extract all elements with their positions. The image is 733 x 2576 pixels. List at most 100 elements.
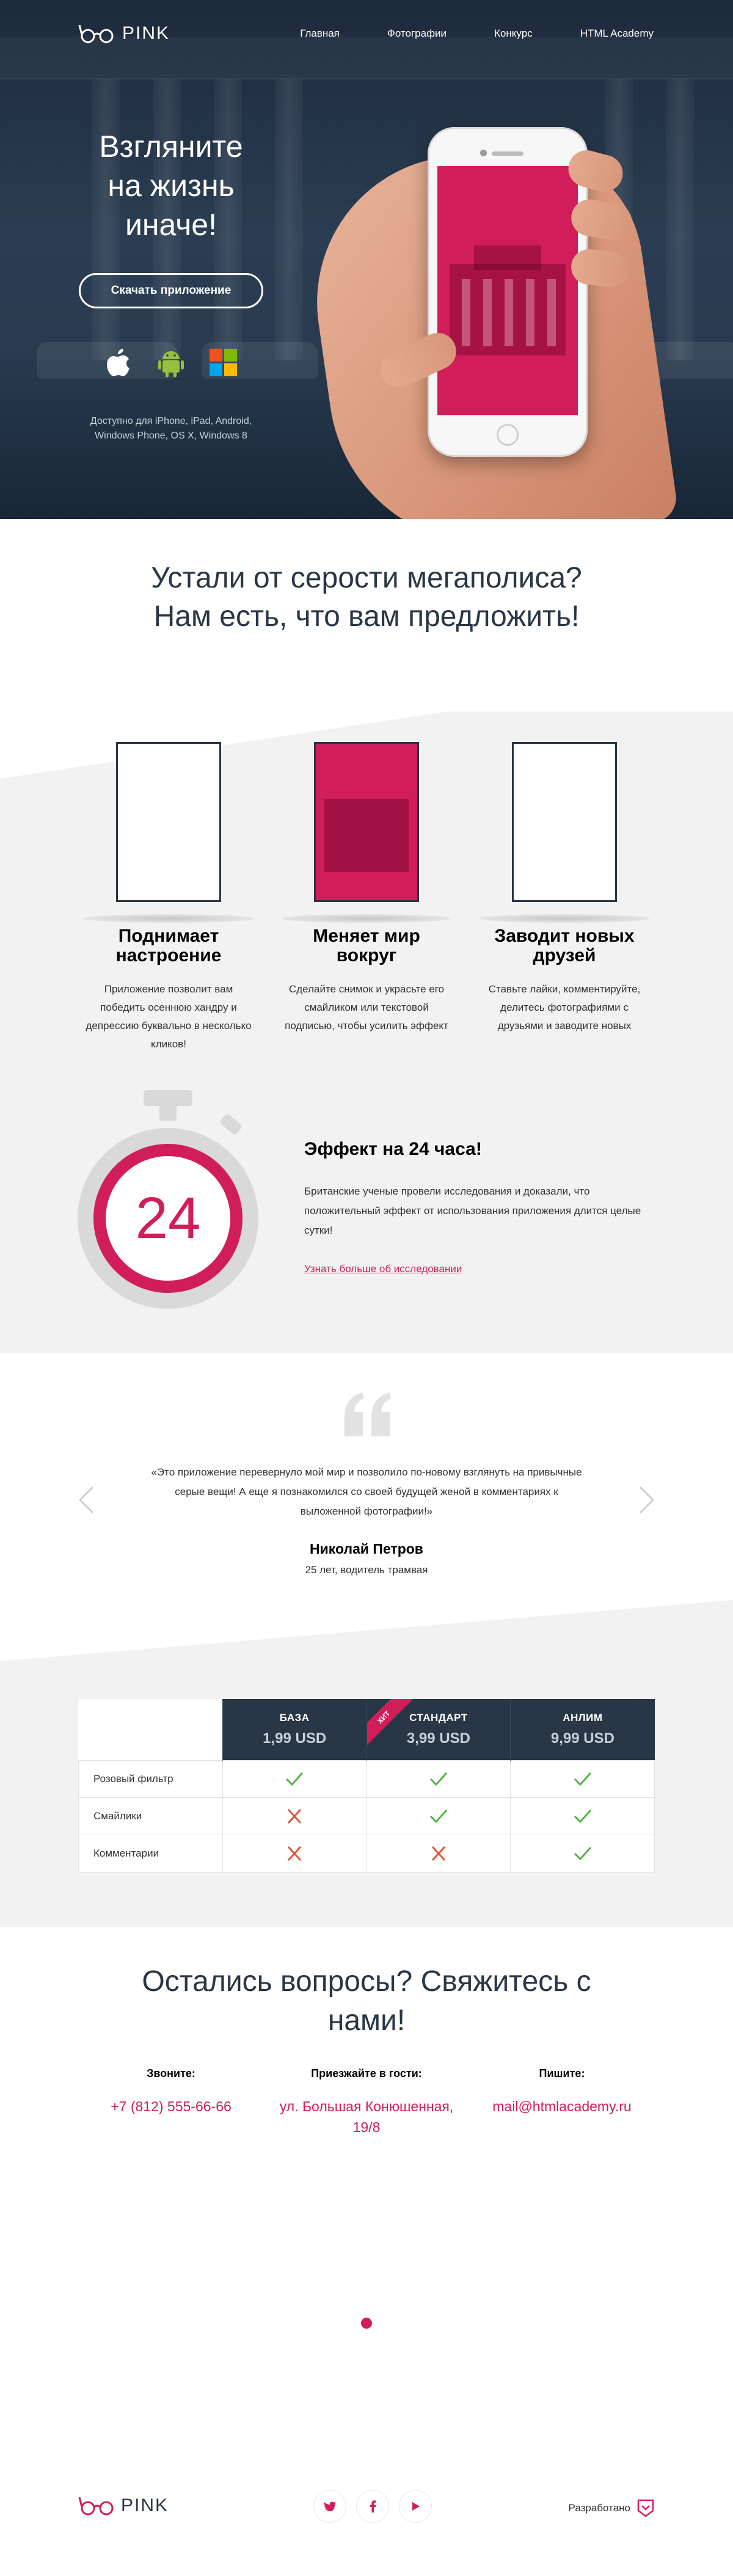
- phone-home-button: [497, 424, 519, 446]
- contact-phone: Звоните: +7 (812) 555-66-66: [79, 2067, 263, 2117]
- contact-heading: Пишите:: [539, 2067, 585, 2079]
- stopwatch-icon: 24: [78, 1090, 258, 1309]
- nav-item-contest[interactable]: Конкурс: [494, 27, 533, 40]
- made-by: Разработано: [569, 2498, 655, 2518]
- apple-icon[interactable]: [104, 347, 133, 379]
- feature-phone-blank: [512, 742, 617, 902]
- pricing-row: Смайлики: [78, 1797, 655, 1835]
- feature-title: Меняет мир вокруг: [313, 926, 420, 966]
- intro-title: Устали от серости мегаполиса? Нам есть, …: [151, 562, 582, 633]
- windows-icon[interactable]: [209, 347, 238, 379]
- effect-text: Британские ученые провели исследования и…: [304, 1185, 641, 1236]
- features-section: Поднимает настроение Приложение позволит…: [0, 669, 733, 1353]
- platform-icons: [104, 347, 238, 379]
- check-icon: [574, 1809, 591, 1823]
- pricing-feature-label: Розовый фильтр: [78, 1759, 223, 1798]
- glasses-logo-icon: [78, 2497, 114, 2516]
- made-by-label: Разработано: [568, 2502, 630, 2514]
- cross-icon: [288, 1846, 302, 1861]
- feature-included-cell: [366, 1759, 511, 1798]
- feature-phone-blank: [116, 742, 221, 902]
- pricing-table: БАЗА 1,99 USD ХИТ СТАНДАРТ 3,99 USD АНЛИ…: [78, 1699, 655, 1872]
- feature-included-cell: [222, 1759, 367, 1798]
- feature-text: Сделайте снимок и украсьте его смайликом…: [285, 983, 448, 1031]
- plan-header-standard: ХИТ СТАНДАРТ 3,99 USD: [366, 1699, 511, 1760]
- pricing-row: Розовый фильтр: [78, 1759, 655, 1798]
- feature-included-cell: [510, 1759, 655, 1798]
- quote-icon: [345, 1392, 391, 1436]
- contact-address-value: ул. Большая Конюшенная, 19/8: [279, 2098, 454, 2135]
- feature-included-cell: [510, 1797, 655, 1835]
- feature-excluded-cell: [366, 1834, 511, 1872]
- feature-phones: [0, 742, 733, 923]
- site-footer: PINK Разработано: [0, 2428, 733, 2576]
- plan-price: 9,99 USD: [550, 1730, 614, 1747]
- effect-title: Эффект на 24 часа!: [304, 1139, 482, 1159]
- hero-section: PINK Главная Фотографии Конкурс HTML Aca…: [0, 0, 733, 519]
- contacts-title: Остались вопросы? Свяжитесь с нами!: [142, 1965, 591, 2037]
- plan-header-base: БАЗА 1,99 USD: [222, 1699, 366, 1760]
- feature-item: Поднимает настроение Приложение позволит…: [83, 926, 254, 1053]
- timer-value: 24: [136, 1185, 201, 1251]
- feature-excluded-cell: [222, 1834, 367, 1872]
- hero-title: Взгляните на жизнь иначе!: [99, 129, 243, 242]
- phone-screen-photo: [437, 166, 578, 415]
- contact-heading: Звоните:: [147, 2067, 195, 2079]
- feature-item: Меняет мир вокруг Сделайте снимок и укра…: [281, 926, 452, 1035]
- pricing-feature-label: Смайлики: [78, 1797, 223, 1835]
- review-quote: «Это приложение перевернуло мой мир и по…: [151, 1466, 582, 1517]
- brand-name: PINK: [122, 23, 170, 43]
- contact-email-value[interactable]: mail@htmlacademy.ru: [470, 2096, 654, 2117]
- feature-phone-photo: [314, 742, 419, 902]
- social-links: [314, 2490, 431, 2522]
- footer-logo[interactable]: PINK: [78, 2495, 169, 2517]
- pricing-section: БАЗА 1,99 USD ХИТ СТАНДАРТ 3,99 USD АНЛИ…: [0, 1600, 733, 1930]
- plan-name: БАЗА: [279, 1711, 310, 1723]
- youtube-icon[interactable]: [399, 2490, 431, 2522]
- check-icon: [429, 1809, 447, 1823]
- header-logo[interactable]: PINK: [78, 23, 170, 45]
- plan-price: 3,99 USD: [406, 1730, 470, 1747]
- research-link[interactable]: Узнать больше об исследовании: [304, 1263, 462, 1275]
- effect-block: 24 Эффект на 24 часа! Британские ученые …: [0, 1090, 733, 1334]
- nav-item-html-academy[interactable]: HTML Academy: [580, 27, 654, 40]
- contact-email: Пишите: mail@htmlacademy.ru: [470, 2067, 654, 2117]
- review-author-role: 25 лет, водитель трамвая: [305, 1564, 428, 1576]
- contact-phone-value[interactable]: +7 (812) 555-66-66: [79, 2096, 263, 2117]
- download-app-button[interactable]: Скачать приложение: [79, 273, 263, 308]
- review-prev-arrow-icon[interactable]: [78, 1486, 94, 1514]
- brand-name: PINK: [121, 2495, 169, 2516]
- review-next-arrow-icon[interactable]: [639, 1486, 655, 1514]
- map-marker-icon[interactable]: [361, 2318, 372, 2329]
- feature-included-cell: [510, 1834, 655, 1872]
- check-icon: [429, 1772, 447, 1786]
- feature-text: Приложение позволит вам победить осеннюю…: [86, 983, 252, 1050]
- platform-availability-note: Доступно для iPhone, iPad, Android, Wind…: [90, 416, 252, 441]
- check-icon: [286, 1772, 304, 1786]
- nav-item-photos[interactable]: Фотографии: [387, 27, 447, 40]
- nav-item-home[interactable]: Главная: [300, 27, 340, 40]
- feature-title: Поднимает настроение: [115, 926, 222, 966]
- feature-item: Заводит новых друзей Ставьте лайки, комм…: [479, 926, 650, 1035]
- twitter-icon[interactable]: [314, 2490, 346, 2522]
- android-icon[interactable]: [156, 347, 186, 379]
- feature-text: Ставьте лайки, комментируйте, делитесь ф…: [488, 983, 641, 1031]
- html-academy-logo-icon[interactable]: [636, 2498, 655, 2518]
- review-author: Николай Петров: [310, 1541, 423, 1557]
- plan-header-unlimited: АНЛИМ 9,99 USD: [510, 1699, 655, 1760]
- check-icon: [574, 1846, 591, 1860]
- feature-excluded-cell: [222, 1797, 367, 1835]
- main-nav: Главная Фотографии Конкурс HTML Academy: [300, 27, 654, 40]
- pricing-feature-label: Комментарии: [78, 1834, 223, 1872]
- contacts-section: Остались вопросы? Свяжитесь с нами! Звон…: [0, 1927, 733, 2428]
- feature-title: Заводит новых друзей: [494, 926, 635, 966]
- facebook-icon[interactable]: [357, 2490, 388, 2522]
- cross-icon: [288, 1808, 302, 1824]
- cross-icon: [431, 1846, 445, 1861]
- pricing-row: Комментарии: [78, 1834, 655, 1872]
- section-divider: [0, 1600, 733, 1661]
- feature-included-cell: [366, 1797, 511, 1835]
- check-icon: [574, 1772, 591, 1786]
- glasses-logo-icon: [78, 24, 114, 43]
- plan-name: АНЛИМ: [563, 1711, 603, 1723]
